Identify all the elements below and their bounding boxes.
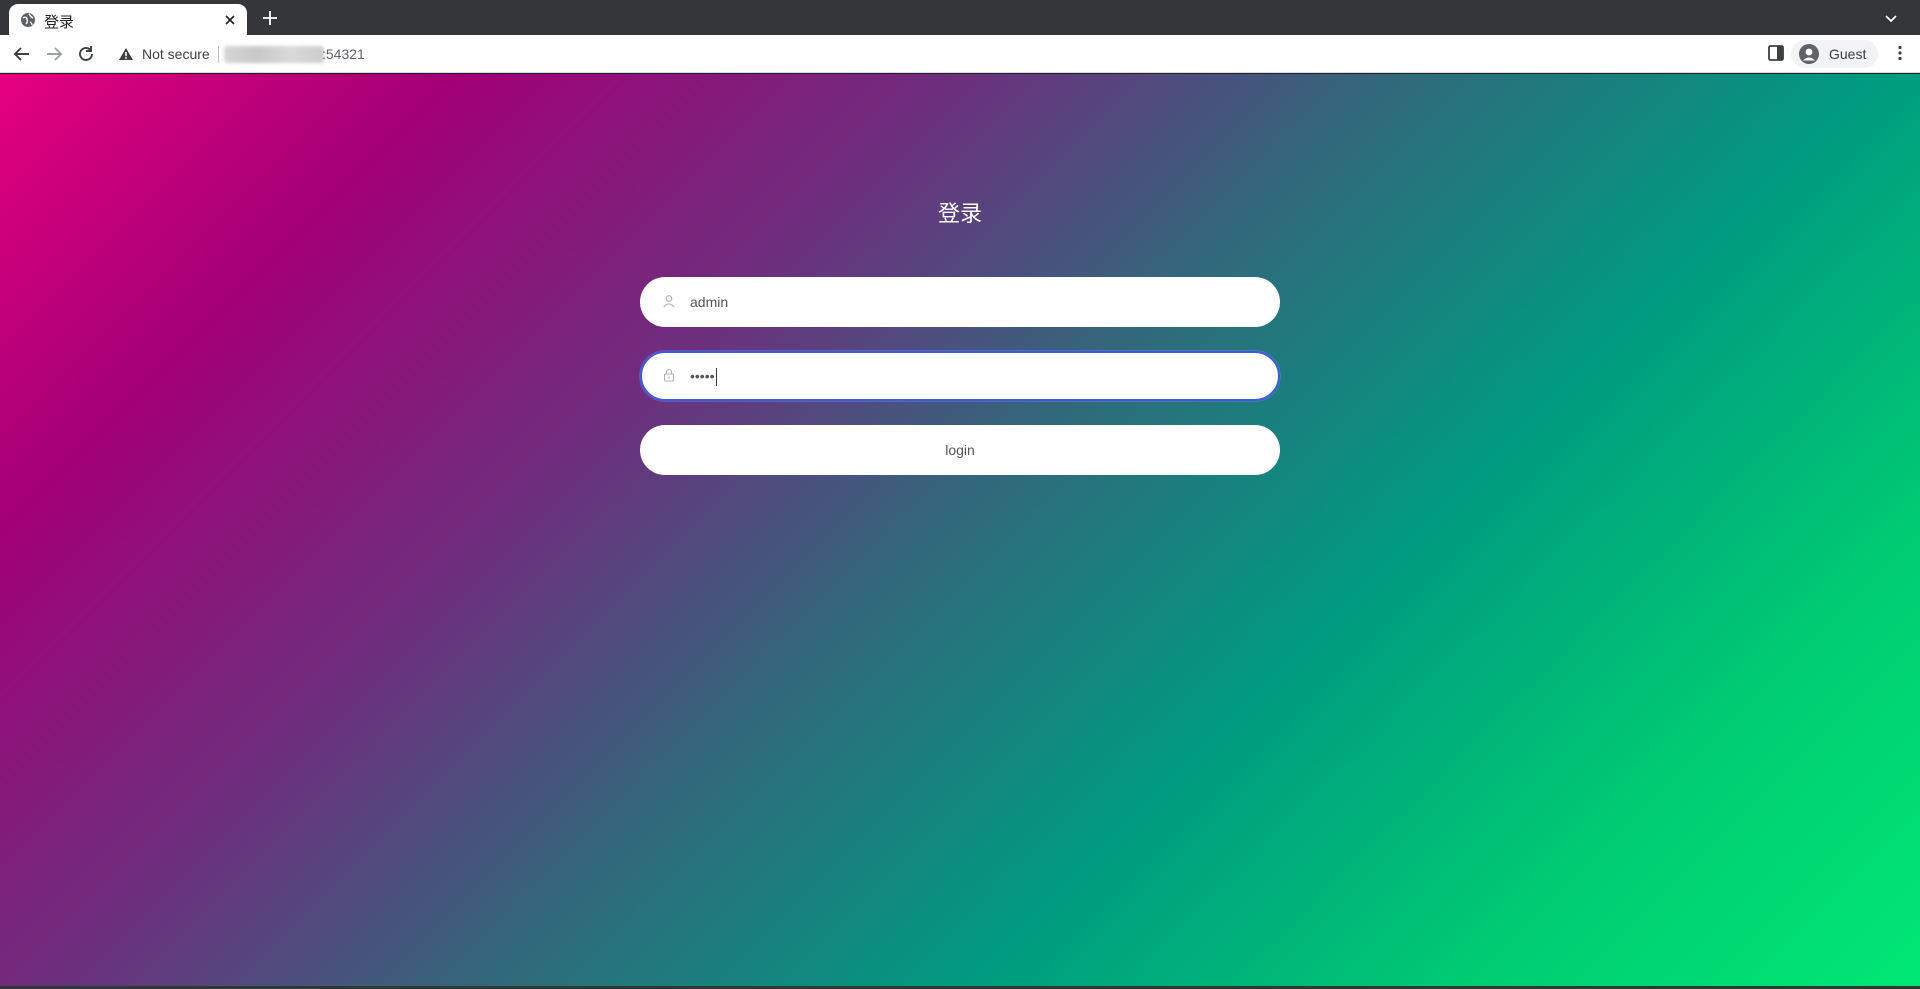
globe-icon xyxy=(21,13,35,27)
close-icon[interactable] xyxy=(221,11,239,29)
side-panel-icon[interactable] xyxy=(1767,44,1785,62)
tab-strip: 登录 xyxy=(0,0,1920,35)
browser-toolbar: Not secure :54321 xyxy=(0,35,1920,73)
more-menu-icon[interactable] xyxy=(1891,44,1909,62)
security-indicator[interactable]: Not secure xyxy=(142,46,210,62)
address-bar[interactable]: Not secure :54321 xyxy=(110,39,1750,69)
lock-icon xyxy=(663,368,675,382)
text-caret xyxy=(716,368,717,386)
username-field[interactable] xyxy=(640,277,1280,327)
new-tab-icon[interactable] xyxy=(260,8,280,28)
back-arrow-icon[interactable] xyxy=(11,43,33,65)
chevron-down-icon[interactable] xyxy=(1882,9,1900,27)
browser-tab[interactable]: 登录 xyxy=(9,4,247,35)
omnibox-divider xyxy=(218,46,219,63)
login-page: 登录 login xyxy=(0,74,1920,986)
user-icon xyxy=(663,295,675,308)
password-field[interactable] xyxy=(640,351,1280,401)
url-text[interactable]: :54321 xyxy=(322,46,365,62)
password-input[interactable] xyxy=(690,351,1250,401)
login-button[interactable]: login xyxy=(640,425,1280,475)
warning-icon xyxy=(119,48,133,60)
profile-name: Guest xyxy=(1829,46,1867,62)
username-input[interactable] xyxy=(690,277,1250,327)
reload-icon[interactable] xyxy=(75,43,97,65)
page-title: 登录 xyxy=(937,202,982,227)
avatar-icon xyxy=(1799,44,1819,64)
profile-button[interactable]: Guest xyxy=(1791,40,1878,68)
url-redacted xyxy=(224,46,324,63)
tab-title: 登录 xyxy=(44,13,75,31)
forward-arrow-icon[interactable] xyxy=(43,43,65,65)
